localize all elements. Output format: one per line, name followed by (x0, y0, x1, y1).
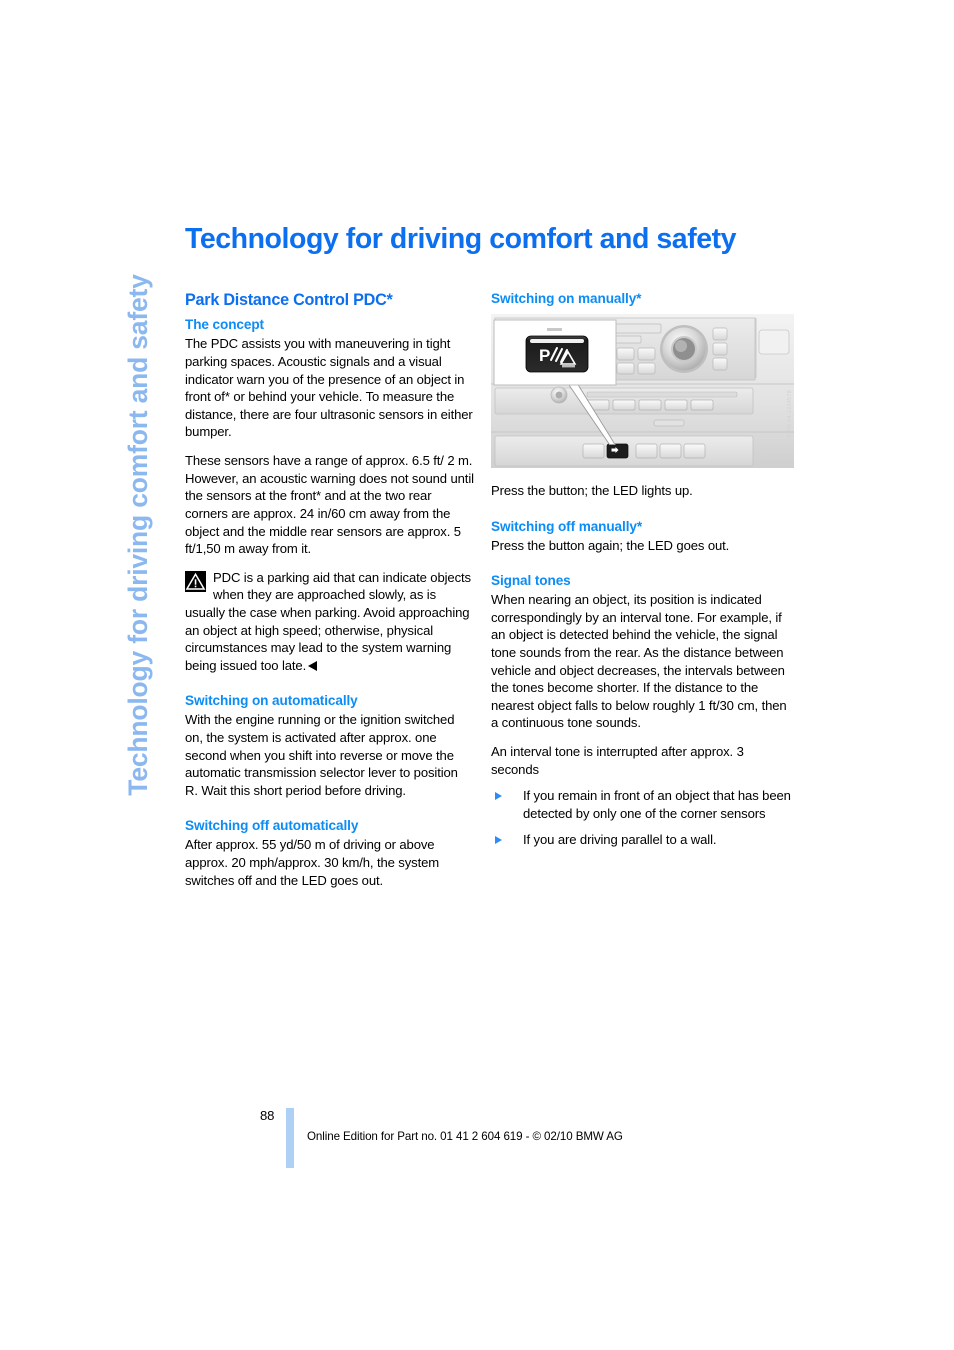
figure-caption-press-button: Press the button; the LED lights up. (491, 482, 693, 498)
running-chapter-tab: Technology for driving comfort and safet… (110, 225, 166, 845)
signal-tones-bullet-list: If you remain in front of an object that… (491, 787, 794, 849)
subheading-signal-tones: Signal tones (491, 573, 571, 589)
list-item-label: If you are driving parallel to a wall. (523, 832, 717, 848)
paragraph-switching-off-automatically: After approx. 55 yd/50 m of driving or a… (185, 837, 440, 888)
subheading-the-concept: The concept (185, 317, 264, 333)
footer-accent-bar (286, 1108, 294, 1168)
triangle-bullet-icon (495, 835, 502, 844)
list-item: If you remain in front of an object that… (491, 787, 794, 822)
page-number: 88 (260, 1108, 275, 1123)
subheading-switching-on-automatically: Switching on automatically (185, 693, 358, 709)
warning-note-text: PDC is a parking aid that can indicate o… (185, 569, 471, 673)
warning-note: PDC is a parking aid that can indicate o… (185, 569, 474, 675)
paragraph-signal-tones-2: An interval tone is interrupted after ap… (491, 744, 744, 777)
page-footer: 88 Online Edition for Part no. 01 41 2 6… (185, 1108, 805, 1168)
note-end-marker-icon (307, 660, 317, 671)
section-heading-pdc: Park Distance Control PDC* (185, 291, 393, 309)
subheading-switching-off-manually: Switching off manually* (491, 518, 643, 534)
subheading-switching-on-manually: Switching on manually* (491, 291, 642, 306)
center-console-pdc-button-illustration: P BMW-04-1234578 (491, 311, 794, 470)
right-column: Switching on manually* P BMW-04-1234578 … (491, 291, 794, 849)
triangle-bullet-icon (495, 791, 502, 800)
manual-page: Technology for driving comfort and safet… (0, 0, 954, 1350)
page-title: Technology for driving comfort and safet… (185, 223, 737, 255)
left-column: Park Distance Control PDC* The concept T… (185, 291, 474, 889)
paragraph-switching-off-manually: Press the button again; the LED goes out… (491, 537, 730, 553)
paragraph-concept-1: The PDC assists you with maneuvering in … (185, 335, 474, 441)
footer-imprint: Online Edition for Part no. 01 41 2 604 … (307, 1130, 623, 1143)
svg-text:P: P (539, 346, 550, 365)
warning-triangle-icon (185, 570, 206, 592)
subheading-switching-off-automatically: Switching off automatically (185, 818, 359, 834)
list-item-label: If you remain in front of an object that… (523, 788, 791, 821)
figure-id-watermark: BMW-04-1234578 (787, 389, 793, 438)
list-item: If you are driving parallel to a wall. (491, 831, 794, 849)
paragraph-concept-2: These sensors have a range of approx. 6.… (185, 452, 474, 558)
paragraph-signal-tones-1: When nearing an object, its position is … (491, 592, 787, 731)
running-chapter-tab-label: Technology for driving comfort and safet… (122, 274, 153, 796)
paragraph-switching-on-automatically: With the engine running or the ignition … (185, 712, 458, 798)
